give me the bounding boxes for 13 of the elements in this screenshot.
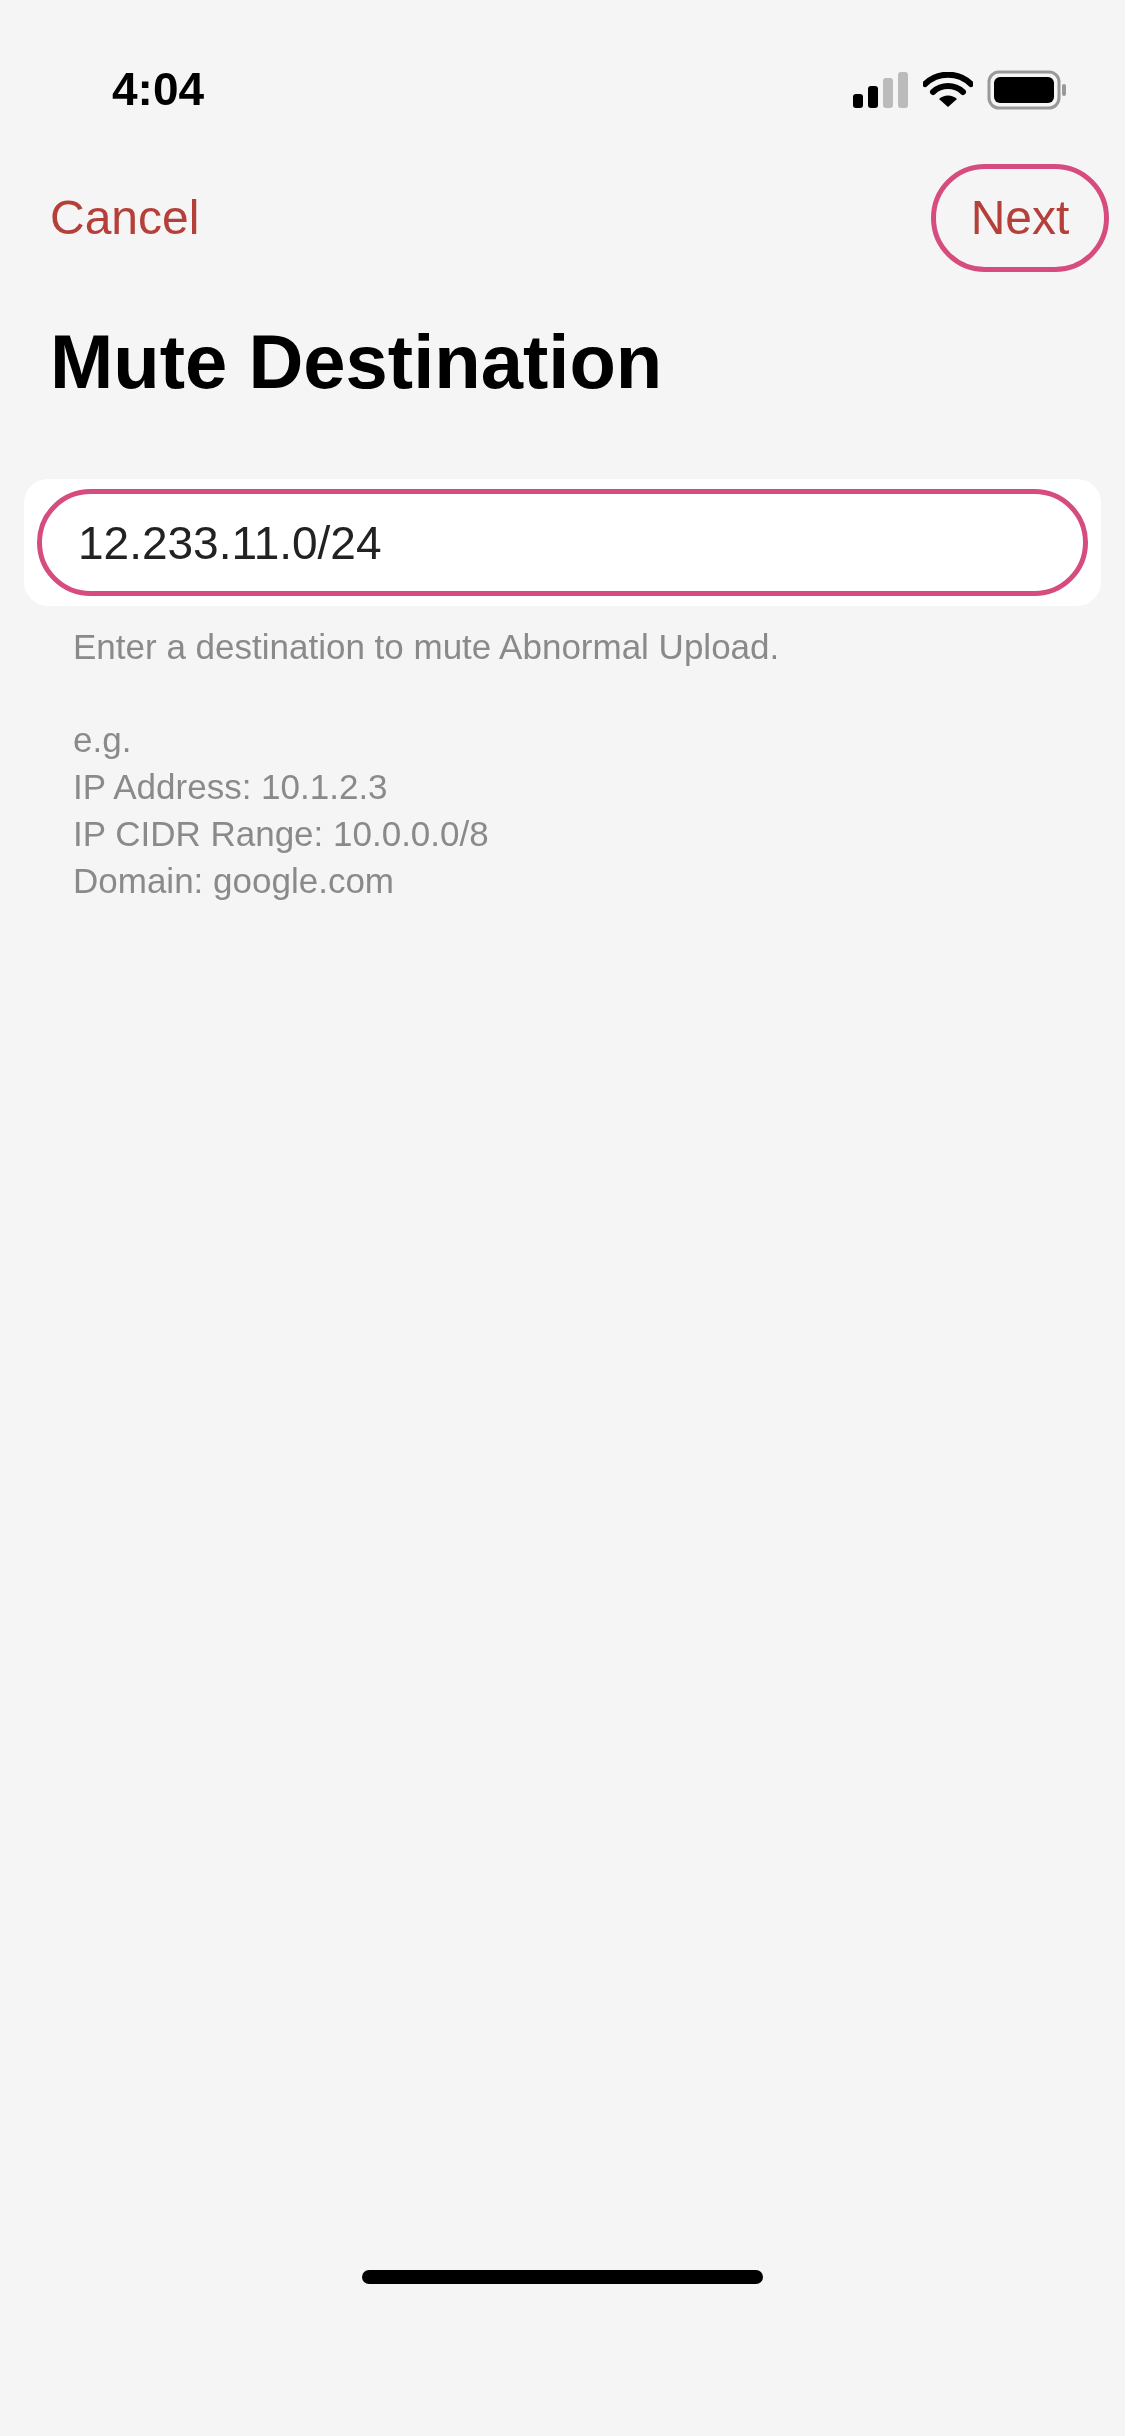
example-text: Domain: google.com	[73, 860, 395, 902]
signal-icon	[853, 72, 909, 108]
destination-field[interactable]: 12.233.11.0/24	[37, 489, 1088, 596]
hint-text: Enter a destination to mute Abnormal Upload.	[72, 626, 781, 668]
example-text: e.g.	[73, 719, 133, 761]
page-title: Mute Destination	[49, 318, 664, 406]
status-time: 4:04	[112, 62, 205, 117]
wifi-icon	[923, 72, 973, 108]
cancel-button[interactable]: Cancel	[50, 194, 200, 242]
example-text: IP CIDR Range: 10.0.0.0/8	[73, 813, 490, 855]
example-text: IP Address: 10.1.2.3	[73, 766, 389, 808]
next-button[interactable]: Next	[931, 164, 1109, 272]
battery-icon	[987, 70, 1067, 110]
